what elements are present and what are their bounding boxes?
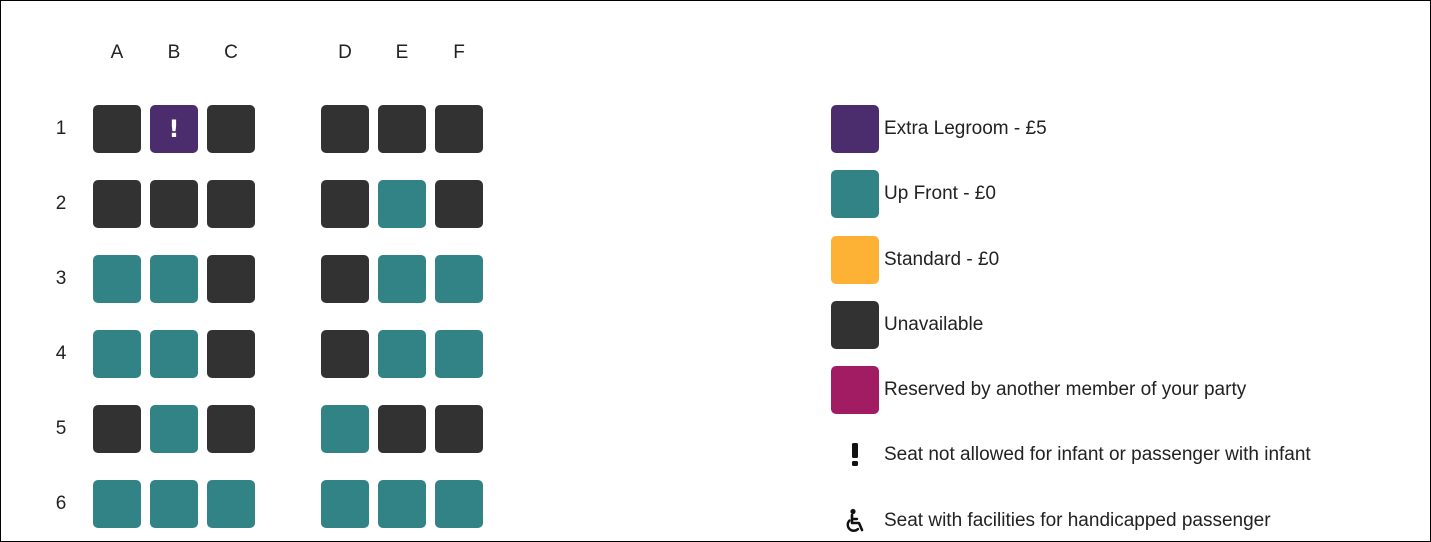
seat-5c[interactable]: [207, 405, 255, 453]
seat-4f[interactable]: [435, 330, 483, 378]
seat-4d[interactable]: [321, 330, 369, 378]
column-header-e: E: [395, 42, 409, 63]
column-header-b: B: [167, 42, 181, 63]
seat-3a[interactable]: [93, 255, 141, 303]
seat-5f[interactable]: [435, 405, 483, 453]
seat-legend: Extra Legroom - £5 Up Front - £0 Standard …: [831, 1, 1421, 541]
seat-4c[interactable]: [207, 330, 255, 378]
seat-2b[interactable]: [150, 180, 198, 228]
row-label-4: 4: [55, 343, 67, 364]
seat-6c[interactable]: [207, 480, 255, 528]
seat-1e[interactable]: [378, 105, 426, 153]
legend-label: Seat not allowed for infant or passenger…: [884, 444, 1311, 465]
seat-1b[interactable]: !: [150, 105, 198, 153]
seat-6e[interactable]: [378, 480, 426, 528]
legend-swatch-reserved-party: [831, 366, 879, 414]
row-label-5: 5: [55, 418, 67, 439]
legend-label: Standard - £0: [884, 249, 1000, 270]
seat-1c[interactable]: [207, 105, 255, 153]
seat-6f[interactable]: [435, 480, 483, 528]
seat-2c[interactable]: [207, 180, 255, 228]
seat-map: A B C D E F 1! 2 3 4 5 6: [1, 1, 561, 541]
legend-swatch-extra-legroom: [831, 105, 879, 153]
legend-item-reserved-party: Reserved by another member of your party: [831, 366, 1246, 414]
seat-5e[interactable]: [378, 405, 426, 453]
column-header-f: F: [453, 42, 465, 63]
legend-label: Extra Legroom - £5: [884, 118, 1047, 139]
column-header-c: C: [224, 42, 238, 63]
legend-item-unavailable: Unavailable: [831, 301, 983, 349]
seat-5b[interactable]: [150, 405, 198, 453]
seat-4e[interactable]: [378, 330, 426, 378]
seat-2d[interactable]: [321, 180, 369, 228]
seat-4b[interactable]: [150, 330, 198, 378]
row-label-6: 6: [55, 493, 67, 514]
infant-restriction-icon: !: [168, 115, 180, 143]
legend-label: Seat with facilities for handicapped pas…: [884, 510, 1271, 531]
seat-2e[interactable]: [378, 180, 426, 228]
legend-label: Unavailable: [884, 314, 984, 335]
legend-item-exclamation: Seat not allowed for infant or passenger…: [831, 431, 1311, 479]
row-label-2: 2: [55, 193, 67, 214]
seat-selection-panel: A B C D E F 1! 2 3 4 5 6 Extra Legroom - £5 Up Front…: [0, 0, 1431, 542]
wheelchair-icon: [831, 497, 879, 541]
legend-swatch-up-front: [831, 170, 879, 218]
seat-6a[interactable]: [93, 480, 141, 528]
legend-item-standard: Standard - £0: [831, 236, 999, 284]
seat-3c[interactable]: [207, 255, 255, 303]
row-label-1: 1: [55, 118, 67, 139]
seat-2f[interactable]: [435, 180, 483, 228]
legend-swatch-unavailable: [831, 301, 879, 349]
seat-2a[interactable]: [93, 180, 141, 228]
legend-item-wheelchair: Seat with facilities for handicapped pas…: [831, 497, 1271, 541]
seat-6d[interactable]: [321, 480, 369, 528]
column-header-d: D: [338, 42, 352, 63]
seat-3e[interactable]: [378, 255, 426, 303]
seat-6b[interactable]: [150, 480, 198, 528]
seat-1d[interactable]: [321, 105, 369, 153]
seat-3f[interactable]: [435, 255, 483, 303]
seat-3b[interactable]: [150, 255, 198, 303]
seat-1f[interactable]: [435, 105, 483, 153]
legend-swatch-standard: [831, 236, 879, 284]
seat-5d[interactable]: [321, 405, 369, 453]
seat-5a[interactable]: [93, 405, 141, 453]
seat-4a[interactable]: [93, 330, 141, 378]
legend-label: Up Front - £0: [884, 183, 996, 204]
exclamation-icon: [831, 431, 879, 479]
seat-1a[interactable]: [93, 105, 141, 153]
legend-item-up-front: Up Front - £0: [831, 170, 996, 218]
legend-item-extra-legroom: Extra Legroom - £5: [831, 105, 1047, 153]
legend-label: Reserved by another member of your party: [884, 379, 1247, 400]
column-header-a: A: [110, 42, 124, 63]
row-label-3: 3: [55, 268, 67, 289]
seat-3d[interactable]: [321, 255, 369, 303]
